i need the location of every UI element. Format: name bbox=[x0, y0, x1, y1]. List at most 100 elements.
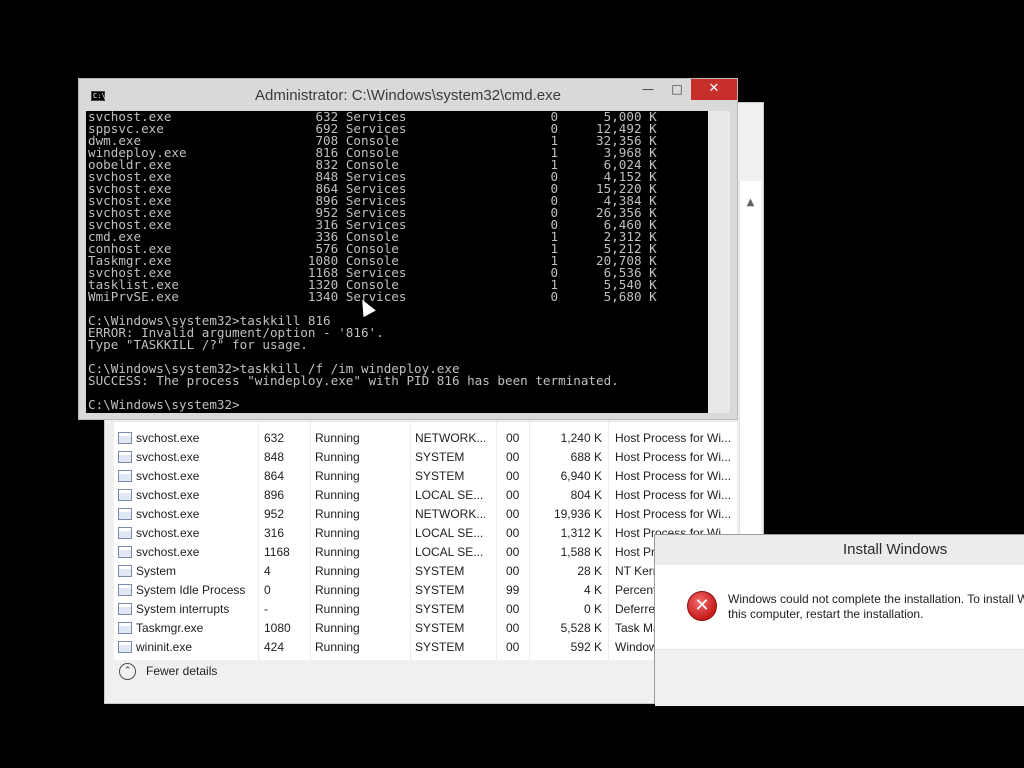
dialog-titlebar[interactable]: Install Windows bbox=[655, 535, 1024, 565]
table-row[interactable]: System interrupts - Running SYSTEM 00 0 K Defe… bbox=[114, 600, 737, 619]
console-text: svchost.exe 632 Services 0 5,000 Ksppsvc… bbox=[88, 111, 657, 411]
cell-cpu: 00 bbox=[506, 488, 520, 502]
table-row[interactable]: svchost.exe 848 Running SYSTEM 00 688 K Host P… bbox=[114, 448, 737, 467]
cell-user: LOCAL SE... bbox=[415, 488, 484, 502]
maximize-button[interactable]: □ bbox=[663, 79, 691, 100]
table-row[interactable]: System 4 Running SYSTEM 00 28 K NT Kern bbox=[114, 562, 737, 581]
cell-memory: 804 K bbox=[570, 488, 602, 502]
console-cell-num: 0 bbox=[467, 289, 559, 304]
cell-status: Running bbox=[315, 507, 360, 521]
cell-name: System Idle Process bbox=[136, 583, 246, 597]
cell-memory: 1,312 K bbox=[560, 526, 602, 540]
cell-name: svchost.exe bbox=[136, 431, 200, 445]
table-row[interactable]: svchost.exe 316 Running LOCAL SE... 00 1,312 … bbox=[114, 524, 737, 543]
cell-memory: 1,588 K bbox=[560, 545, 602, 559]
cell-pid: 316 bbox=[264, 526, 285, 540]
console-output[interactable]: svchost.exe 632 Services 0 5,000 Ksppsvc… bbox=[86, 111, 708, 413]
table-row[interactable]: svchost.exe 1168 Running LOCAL SE... 00 1,588… bbox=[114, 543, 737, 562]
cell-cpu: 00 bbox=[506, 450, 520, 464]
cell-pid: 424 bbox=[264, 640, 285, 654]
cell-memory: 4 K bbox=[583, 583, 602, 597]
cell-pid: 1168 bbox=[264, 545, 290, 559]
cell-status: Running bbox=[315, 583, 360, 597]
cell-memory: 6,940 K bbox=[560, 469, 602, 483]
cell-status: Running bbox=[315, 450, 360, 464]
cell-desc: Host Process for Wi... bbox=[615, 507, 732, 521]
table-row[interactable]: svchost.exe 632 Running NETWORK... 00 1,240 K… bbox=[114, 429, 737, 448]
cell-user: SYSTEM bbox=[415, 602, 465, 616]
chevron-up-icon: ⌃ bbox=[119, 663, 136, 680]
minimize-button[interactable]: — bbox=[633, 79, 663, 100]
cell-memory: 592 K bbox=[570, 640, 602, 654]
cell-cpu: 00 bbox=[506, 526, 520, 540]
scroll-up-icon[interactable]: ▲ bbox=[740, 195, 761, 211]
process-icon bbox=[118, 641, 132, 653]
cell-name: svchost.exe bbox=[136, 488, 200, 502]
cell-memory: 5,528 K bbox=[560, 621, 602, 635]
cell-pid: - bbox=[264, 602, 268, 616]
console-cell-mem: 5,680 K bbox=[558, 289, 657, 304]
table-row[interactable]: Taskmgr.exe 1080 Running SYSTEM 00 5,528 K Tas… bbox=[114, 619, 737, 638]
cell-pid: 896 bbox=[264, 488, 285, 502]
cell-pid: 4 bbox=[264, 564, 271, 578]
cell-user: LOCAL SE... bbox=[415, 526, 484, 540]
process-icon bbox=[118, 527, 132, 539]
cell-status: Running bbox=[315, 488, 360, 502]
cell-desc: Host Process for Wi... bbox=[615, 450, 732, 464]
cell-name: System interrupts bbox=[136, 602, 230, 616]
cell-status: Running bbox=[315, 469, 360, 483]
cell-user: SYSTEM bbox=[415, 583, 465, 597]
cell-user: SYSTEM bbox=[415, 450, 465, 464]
cell-pid: 632 bbox=[264, 431, 285, 445]
cmd-window[interactable]: C:\ Administrator: C:\Windows\system32\c… bbox=[78, 78, 738, 420]
process-table: svchost.exe 632 Running NETWORK... 00 1,240 K… bbox=[114, 421, 737, 660]
cell-status: Running bbox=[315, 431, 360, 445]
dialog-footer bbox=[655, 649, 1024, 706]
cell-name: svchost.exe bbox=[136, 507, 200, 521]
fewer-details-label: Fewer details bbox=[146, 664, 218, 678]
cell-status: Running bbox=[315, 602, 360, 616]
console-process-line: WmiPrvSE.exe 1340 Services 0 5,680 K bbox=[88, 289, 657, 304]
table-row[interactable]: System Idle Process 0 Running SYSTEM 99 4 K Pe… bbox=[114, 581, 737, 600]
cell-name: System bbox=[136, 564, 177, 578]
cell-name: wininit.exe bbox=[136, 640, 193, 654]
cell-cpu: 00 bbox=[506, 621, 520, 635]
cell-memory: 688 K bbox=[570, 450, 602, 464]
cell-cpu: 00 bbox=[506, 431, 520, 445]
cell-name: Taskmgr.exe bbox=[136, 621, 204, 635]
cell-cpu: 00 bbox=[506, 469, 520, 483]
cell-name: svchost.exe bbox=[136, 469, 200, 483]
cell-user: NETWORK... bbox=[415, 507, 485, 521]
cell-desc: Host Process for Wi... bbox=[615, 431, 732, 445]
error-message: Windows could not complete the installat… bbox=[728, 592, 1024, 622]
error-message-line: Windows could not complete the installat… bbox=[728, 592, 1024, 606]
process-icon bbox=[118, 546, 132, 558]
cell-user: NETWORK... bbox=[415, 431, 485, 445]
cmd-scrollbar[interactable] bbox=[708, 111, 730, 413]
cell-status: Running bbox=[315, 564, 360, 578]
table-row[interactable]: svchost.exe 896 Running LOCAL SE... 00 804 K H… bbox=[114, 486, 737, 505]
cmd-titlebar[interactable]: C:\ Administrator: C:\Windows\system32\c… bbox=[79, 79, 737, 111]
cell-desc: Host Process for Wi... bbox=[615, 488, 732, 502]
close-button[interactable]: ✕ bbox=[691, 79, 737, 100]
console-line: SUCCESS: The process "windeploy.exe" wit… bbox=[88, 373, 619, 388]
error-message-line: this computer, restart the installation. bbox=[728, 607, 924, 621]
cell-cpu: 00 bbox=[506, 640, 520, 654]
console-cell-pid: 1340 bbox=[277, 289, 339, 304]
cell-desc: Host Process for Wi... bbox=[615, 469, 732, 483]
cell-name: svchost.exe bbox=[136, 526, 200, 540]
process-icon bbox=[118, 565, 132, 577]
process-icon bbox=[118, 432, 132, 444]
cell-status: Running bbox=[315, 545, 360, 559]
cell-memory: 28 K bbox=[577, 564, 602, 578]
table-row[interactable]: wininit.exe 424 Running SYSTEM 00 592 K Window bbox=[114, 638, 737, 657]
cell-pid: 1080 bbox=[264, 621, 291, 635]
cell-pid: 0 bbox=[264, 583, 271, 597]
table-row[interactable]: svchost.exe 864 Running SYSTEM 00 6,940 K Host… bbox=[114, 467, 737, 486]
cell-user: LOCAL SE... bbox=[415, 545, 484, 559]
cell-pid: 864 bbox=[264, 469, 285, 483]
cell-status: Running bbox=[315, 621, 360, 635]
process-icon bbox=[118, 508, 132, 520]
table-row[interactable]: svchost.exe 952 Running NETWORK... 00 19,936 … bbox=[114, 505, 737, 524]
console-line: Type "TASKKILL /?" for usage. bbox=[88, 337, 308, 352]
